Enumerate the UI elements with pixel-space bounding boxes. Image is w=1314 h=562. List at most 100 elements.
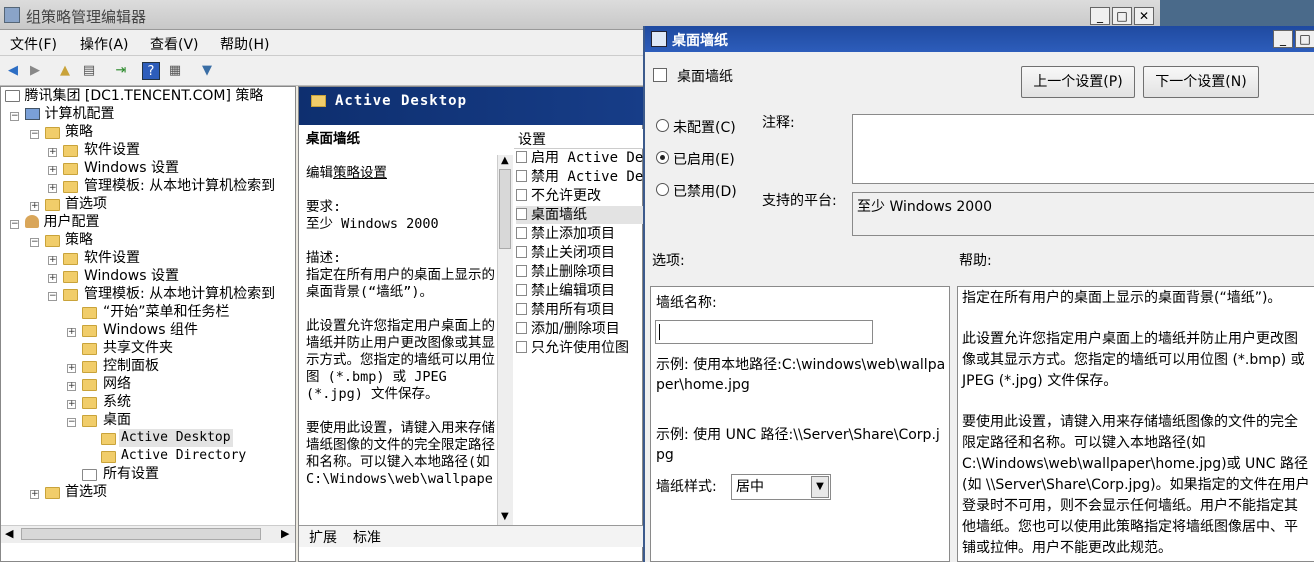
folder-icon <box>82 343 97 355</box>
tree-u-windows[interactable]: Windows 设置 <box>84 267 179 285</box>
expand-icon[interactable]: + <box>48 166 57 175</box>
tree-root[interactable]: 腾讯集团 [DC1.TENCENT.COM] 策略 <box>5 87 263 105</box>
tree-c-windows[interactable]: Windows 设置 <box>84 159 179 177</box>
folder-icon <box>82 397 97 409</box>
setting-name: 桌面墙纸 <box>677 69 733 85</box>
tree-system[interactable]: 系统 <box>103 393 131 411</box>
wallpaper-name-input[interactable] <box>655 320 873 344</box>
expand-icon[interactable]: + <box>48 274 57 283</box>
tree-horizontal-scrollbar[interactable]: ◀ ▶ <box>1 525 295 543</box>
list-item[interactable]: 禁止删除项目 <box>516 263 615 281</box>
collapse-icon[interactable]: − <box>10 112 19 121</box>
edit-policy-link[interactable]: 策略设置 <box>333 165 387 181</box>
expand-icon[interactable]: + <box>48 184 57 193</box>
chevron-down-icon[interactable]: ▼ <box>811 476 829 498</box>
scroll-left-icon[interactable]: ◀ <box>5 527 13 540</box>
expand-icon[interactable]: + <box>67 364 76 373</box>
tree-all-settings[interactable]: 所有设置 <box>103 465 159 483</box>
enabled-label[interactable]: 已启用(E) <box>673 149 735 169</box>
wallpaper-style-select[interactable]: 居中 ▼ <box>731 474 831 500</box>
help-icon[interactable]: ? <box>142 62 160 80</box>
menu-file[interactable]: 文件(F) <box>10 34 57 54</box>
list-item[interactable]: 禁止添加项目 <box>516 225 615 243</box>
collapse-icon[interactable]: − <box>48 292 57 301</box>
scroll-thumb[interactable] <box>21 528 261 540</box>
disabled-label[interactable]: 已禁用(D) <box>673 181 737 201</box>
tree-c-prefs[interactable]: 首选项 <box>65 195 107 213</box>
tree-c-admin[interactable]: 管理模板: 从本地计算机检索到 <box>84 177 275 195</box>
menu-action[interactable]: 操作(A) <box>80 34 129 54</box>
list-item[interactable]: 禁用 Active De <box>516 168 643 186</box>
dialog-maximize-button[interactable]: □ <box>1295 30 1314 48</box>
tree-user-config[interactable]: 用户配置 <box>25 213 99 231</box>
close-button[interactable]: ✕ <box>1134 7 1154 25</box>
tree-u-software[interactable]: 软件设置 <box>84 249 140 267</box>
list-item-selected[interactable]: 桌面墙纸 <box>516 206 644 224</box>
dialog-title: 桌面墙纸 <box>672 33 728 49</box>
tree-desktop[interactable]: 桌面 <box>103 411 131 429</box>
tree-u-admin[interactable]: 管理模板: 从本地计算机检索到 <box>84 285 275 303</box>
show-hide-tree-icon[interactable]: ▤ <box>80 62 98 80</box>
tree-win-components[interactable]: Windows 组件 <box>103 321 198 339</box>
tree-control-panel[interactable]: 控制面板 <box>103 357 159 375</box>
tree-start-menu[interactable]: “开始”菜单和任务栏 <box>103 303 230 321</box>
tree-shared-folders[interactable]: 共享文件夹 <box>103 339 173 357</box>
tree-c-policies[interactable]: 策略 <box>65 123 93 141</box>
tree-c-software[interactable]: 软件设置 <box>84 141 140 159</box>
scroll-thumb[interactable] <box>499 169 511 249</box>
menu-help[interactable]: 帮助(H) <box>220 34 269 54</box>
collapse-icon[interactable]: − <box>30 238 39 247</box>
next-setting-button[interactable]: 下一个设置(N) <box>1143 66 1259 98</box>
list-item[interactable]: 不允许更改 <box>516 187 601 205</box>
settings-column-header[interactable]: 设置 <box>514 129 644 149</box>
expand-icon[interactable]: + <box>30 202 39 211</box>
expand-icon[interactable]: + <box>67 400 76 409</box>
options-panel: 墙纸名称: 示例: 使用本地路径:C:\windows\web\wallpape… <box>650 286 950 562</box>
expand-icon[interactable]: + <box>30 490 39 499</box>
tree-active-desktop[interactable]: Active Desktop <box>119 429 233 447</box>
radio-not-configured[interactable] <box>656 119 669 132</box>
radio-enabled[interactable] <box>656 151 669 164</box>
tree-computer-config[interactable]: 计算机配置 <box>25 105 114 123</box>
expand-icon[interactable]: + <box>48 148 57 157</box>
list-item[interactable]: 禁止编辑项目 <box>516 282 615 300</box>
radio-disabled[interactable] <box>656 183 669 196</box>
folder-icon <box>101 433 116 445</box>
tree-network[interactable]: 网络 <box>103 375 131 393</box>
wallpaper-style-label: 墙纸样式: <box>656 479 717 495</box>
description-scrollbar[interactable]: ▲ ▼ <box>497 155 513 527</box>
filter-icon[interactable]: ▼ <box>198 62 216 80</box>
list-item[interactable]: 禁用所有项目 <box>516 301 615 319</box>
collapse-icon[interactable]: − <box>30 130 39 139</box>
dialog-title-bar[interactable]: 桌面墙纸 _ □ <box>645 26 1314 52</box>
tree-u-prefs[interactable]: 首选项 <box>65 483 107 501</box>
list-item[interactable]: 启用 Active De <box>516 149 643 167</box>
list-item[interactable]: 禁止关闭项目 <box>516 244 615 262</box>
properties-icon[interactable]: ▦ <box>166 62 184 80</box>
comment-textarea[interactable] <box>852 114 1314 184</box>
expand-icon[interactable]: + <box>48 256 57 265</box>
tree-active-directory[interactable]: Active Directory <box>121 447 246 465</box>
list-item[interactable]: 添加/删除项目 <box>516 320 620 338</box>
previous-setting-button[interactable]: 上一个设置(P) <box>1021 66 1135 98</box>
collapse-icon[interactable]: − <box>10 220 19 229</box>
forward-icon[interactable]: ▶ <box>26 62 44 80</box>
menu-view[interactable]: 查看(V) <box>150 34 199 54</box>
not-configured-label[interactable]: 未配置(C) <box>673 117 736 137</box>
tab-standard[interactable]: 标准 <box>353 527 381 547</box>
scroll-right-icon[interactable]: ▶ <box>281 527 289 540</box>
extended-description: 桌面墙纸 编辑策略设置 要求: 至少 Windows 2000 描述: 指定在所有用… <box>299 127 499 525</box>
collapse-icon[interactable]: − <box>67 418 76 427</box>
maximize-button[interactable]: □ <box>1112 7 1132 25</box>
expand-icon[interactable]: + <box>67 382 76 391</box>
export-list-icon[interactable]: ⇥ <box>112 62 130 80</box>
tab-extended[interactable]: 扩展 <box>309 527 337 547</box>
policy-setting-icon <box>516 189 527 201</box>
minimize-button[interactable]: _ <box>1090 7 1110 25</box>
dialog-minimize-button[interactable]: _ <box>1273 30 1293 48</box>
back-icon[interactable]: ◀ <box>4 62 22 80</box>
expand-icon[interactable]: + <box>67 328 76 337</box>
tree-u-policies[interactable]: 策略 <box>65 231 93 249</box>
list-item[interactable]: 只允许使用位图 <box>516 339 629 357</box>
up-folder-icon[interactable]: ▲ <box>56 62 74 80</box>
